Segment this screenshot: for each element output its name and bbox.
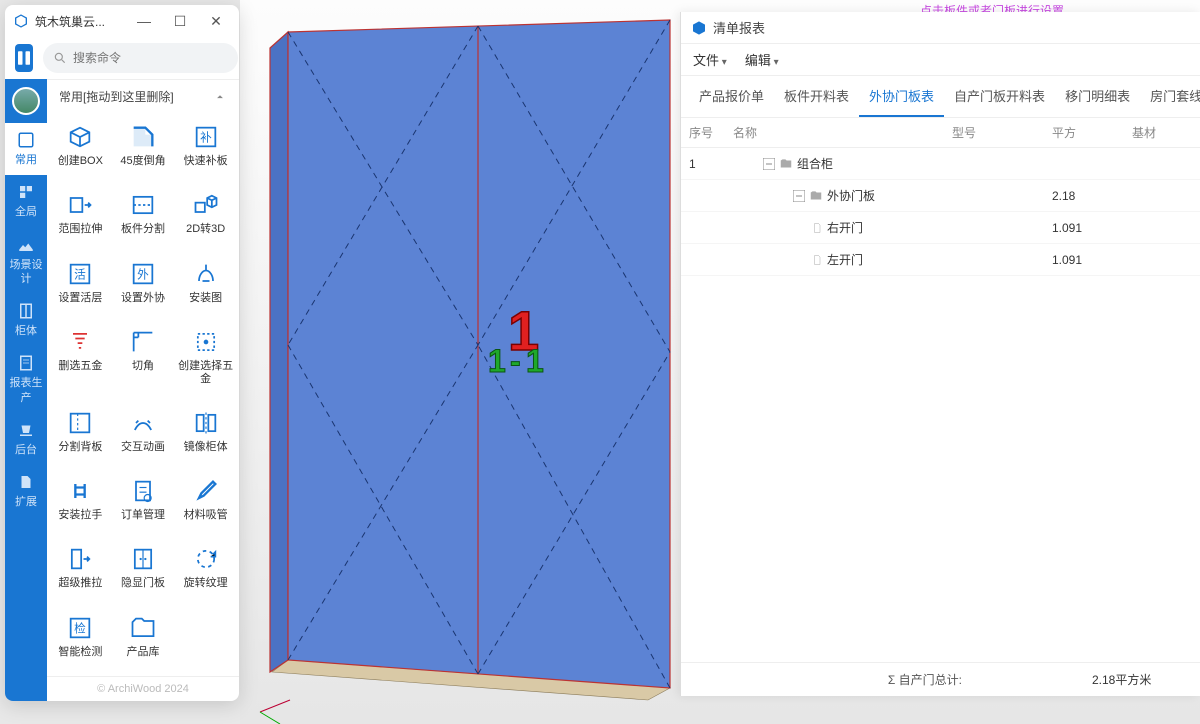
search-box[interactable] [43,43,238,73]
left-tab-cabinet[interactable]: 柜体 [5,294,47,346]
svg-text:外: 外 [137,268,149,281]
minimize-button[interactable]: — [129,9,159,33]
tool-pushpull[interactable]: 超级推拉 [49,539,112,605]
label-right: 1 [526,343,544,379]
tool-split[interactable]: 板件分割 [112,185,175,251]
tab-doorframe[interactable]: 房门套线明 [1140,76,1200,117]
tool-2d-3d[interactable]: 2D转3D [174,185,237,251]
tool-grid: 创建BOX 45度倒角 补快速补板 范围拉伸 板件分割 2D转3D 活设置活层 … [47,113,239,676]
report-title: 清单报表 [713,18,765,37]
label-left: 1 [488,343,506,379]
tool-range-stretch[interactable]: 范围拉伸 [49,185,112,251]
folder-icon [779,157,793,171]
collapse-icon[interactable] [763,158,775,170]
tool-rotate-texture[interactable]: 旋转纹理 [174,539,237,605]
file-icon [811,221,823,235]
col-seq: 序号 [689,124,733,141]
table-row[interactable]: 1 组合柜 [681,148,1200,180]
menu-file[interactable]: 文件 [693,50,727,69]
tool-animation[interactable]: 交互动画 [112,403,175,469]
col-base: 基材 [1132,124,1192,141]
header-row [5,37,239,79]
tool-toggle-door[interactable]: 隐显门板 [112,539,175,605]
search-icon [53,51,67,65]
tool-library[interactable]: 产品库 [112,608,175,674]
window-title: 筑木筑巢云... [35,13,123,30]
left-tab-scene[interactable]: 场景设计 [5,228,47,295]
tool-install-drawing[interactable]: 安装图 [174,254,237,320]
col-model: 型号 [952,124,1052,141]
tool-filter-hardware[interactable]: 删选五金 [49,322,112,401]
report-panel: 清单报表 文件 编辑 产品报价单 板件开料表 外协门板表 自产门板开料表 移门明… [680,12,1200,696]
tool-order[interactable]: 订单管理 [112,471,175,537]
left-tab-back[interactable]: 后台 [5,413,47,465]
brand-badge[interactable] [15,44,33,72]
tool-cut-corner[interactable]: 切角 [112,322,175,401]
col-area: 平方 [1052,124,1132,141]
tool-create-box[interactable]: 创建BOX [49,117,112,183]
tool-active-layer[interactable]: 活设置活层 [49,254,112,320]
group-header[interactable]: 常用[拖动到这里删除] [47,79,239,113]
table-row[interactable]: 左开门 1.091 [681,244,1200,276]
table-header: 序号 名称 型号 平方 基材 [681,118,1200,148]
left-tab-global[interactable]: 全局 [5,175,47,227]
footer-text: © ArchiWood 2024 [47,676,239,701]
app-logo-icon [13,13,29,29]
menu-edit[interactable]: 编辑 [745,50,779,69]
label-dash: - [510,343,521,379]
report-menu: 文件 编辑 [681,44,1200,76]
left-tab-extend[interactable]: 扩展 [5,465,47,517]
tool-chamfer[interactable]: 45度倒角 [112,117,175,183]
maximize-button[interactable]: ☐ [165,9,195,33]
tab-self-door[interactable]: 自产门板开料表 [944,76,1055,117]
tab-cutting[interactable]: 板件开料表 [774,76,859,117]
report-footer: Σ 自产门总计: 2.18平方米 [681,662,1200,696]
tab-quote[interactable]: 产品报价单 [689,76,774,117]
tab-sliding[interactable]: 移门明细表 [1055,76,1140,117]
tool-outsource[interactable]: 外设置外协 [112,254,175,320]
svg-text:检: 检 [74,621,86,635]
tool-quick-fill[interactable]: 补快速补板 [174,117,237,183]
report-table[interactable]: 序号 名称 型号 平方 基材 1 组合柜 外协门板 2.18 右开门 1.091… [681,118,1200,662]
left-tab-common[interactable]: 常用 [5,123,47,175]
close-button[interactable]: ✕ [201,9,231,33]
sum-value: 2.18平方米 [1092,671,1192,688]
tool-create-hardware[interactable]: 创建选择五金 [174,322,237,401]
sum-label: Σ 自产门总计: [733,671,992,688]
folder-icon [809,189,823,203]
table-row[interactable]: 右开门 1.091 [681,212,1200,244]
tool-mirror[interactable]: 镜像柜体 [174,403,237,469]
svg-text:补: 补 [200,132,212,145]
svg-text:活: 活 [74,268,86,281]
file-icon [811,253,823,267]
col-name: 名称 [733,124,952,141]
left-tabs: 常用 全局 场景设计 柜体 报表生产 后台 扩展 [5,79,47,701]
tool-window: 筑木筑巢云... — ☐ ✕ 常用 全局 场景设计 柜体 报表生产 后台 扩展 … [5,5,239,701]
search-input[interactable] [73,51,228,65]
table-row[interactable]: 外协门板 2.18 [681,180,1200,212]
avatar[interactable] [12,87,40,115]
tool-split-back[interactable]: 分割背板 [49,403,112,469]
report-tabs: 产品报价单 板件开料表 外协门板表 自产门板开料表 移门明细表 房门套线明 [681,76,1200,118]
report-logo-icon [691,20,707,36]
brand-icon [15,49,33,67]
tool-check[interactable]: 检智能检测 [49,608,112,674]
report-title-bar[interactable]: 清单报表 [681,12,1200,44]
titlebar[interactable]: 筑木筑巢云... — ☐ ✕ [5,5,239,37]
tool-install-handle[interactable]: 安装拉手 [49,471,112,537]
tab-outsource-door[interactable]: 外协门板表 [859,76,944,117]
collapse-icon[interactable] [793,190,805,202]
group-title: 常用[拖动到这里删除] [59,88,174,105]
tool-material-picker[interactable]: 材料吸管 [174,471,237,537]
chevron-up-icon [213,90,227,104]
left-tab-report[interactable]: 报表生产 [5,346,47,413]
